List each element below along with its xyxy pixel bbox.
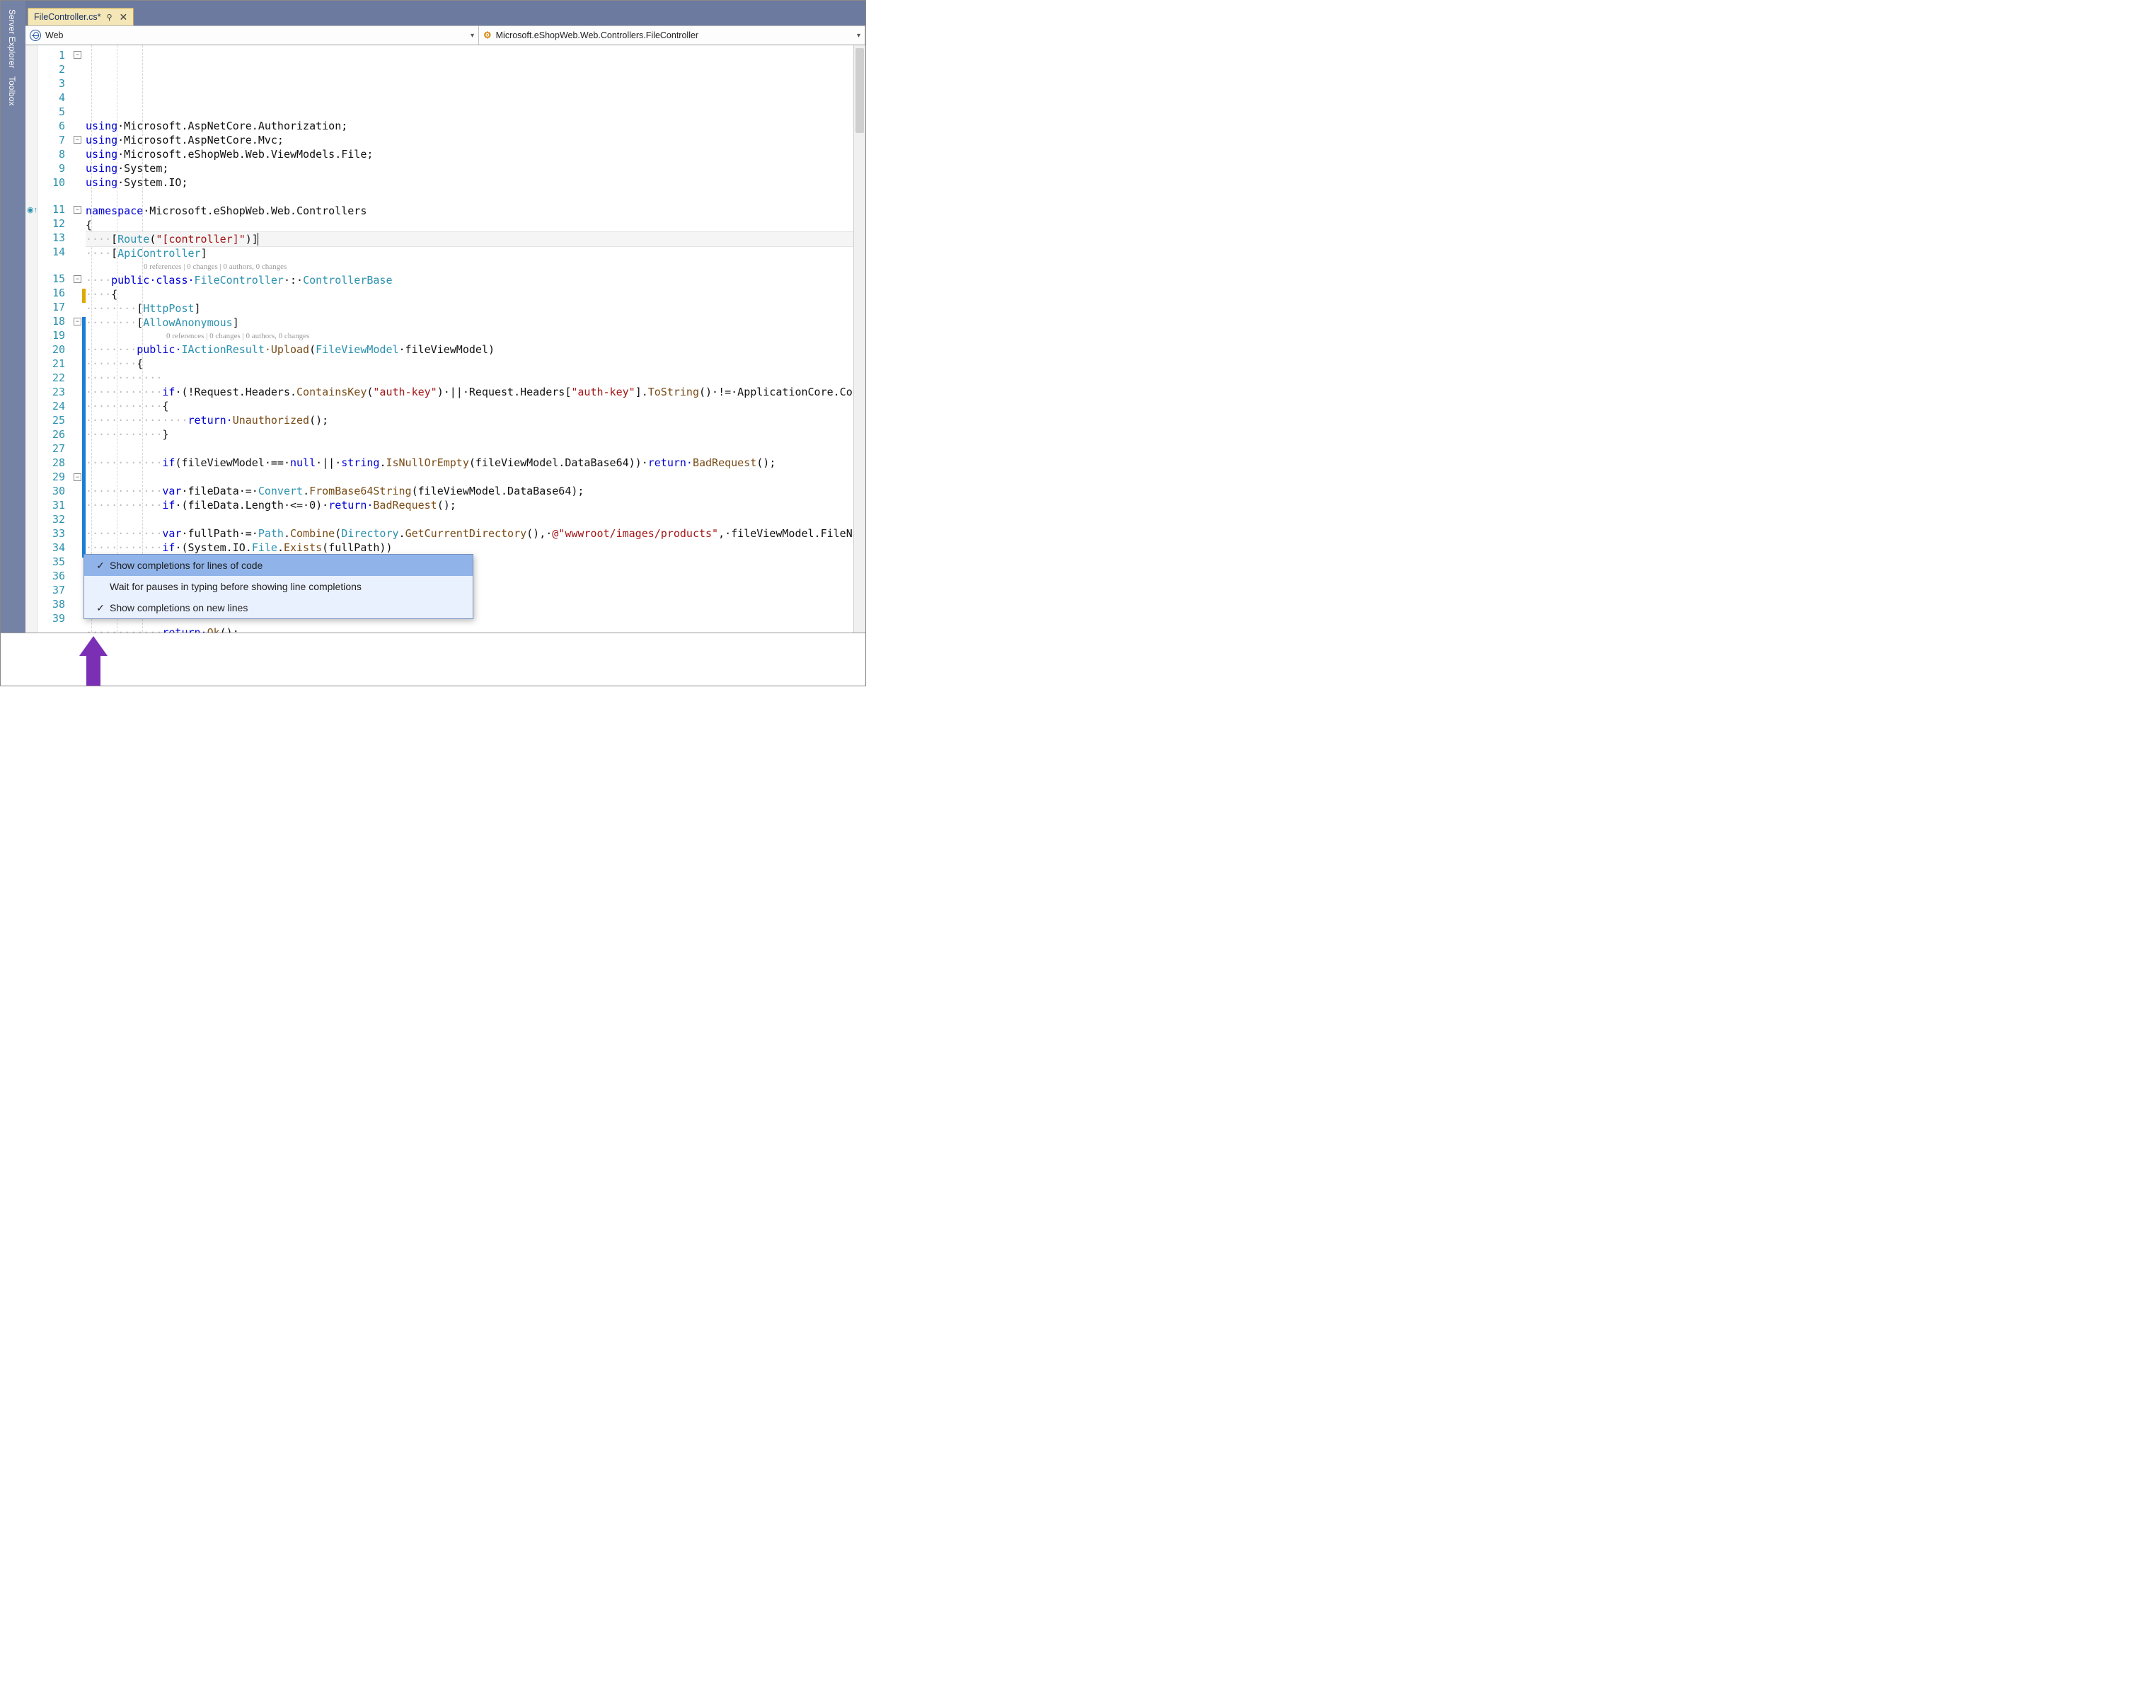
outlining-margin: − − − − − −: [74, 45, 82, 667]
glyph-margin: ◉↑: [25, 45, 38, 667]
rail-tab-toolbox[interactable]: Toolbox: [1, 72, 23, 110]
fold-box-icon[interactable]: −: [74, 136, 81, 144]
pin-icon[interactable]: ⚲: [106, 13, 112, 22]
popup-item-label: Wait for pauses in typing before showing…: [110, 581, 362, 592]
nav-project-label: Web: [45, 30, 63, 40]
tool-rail: Server Explorer Toolbox: [1, 1, 25, 686]
globe-icon: [30, 30, 41, 41]
implements-glyph-icon[interactable]: ◉↑: [27, 205, 38, 214]
scrollbar-thumb[interactable]: [855, 48, 864, 133]
chevron-down-icon: ▾: [857, 32, 860, 40]
class-icon: ⚙: [483, 30, 492, 41]
intellicode-options-popup: ✓ Show completions for lines of code Wai…: [83, 554, 473, 619]
fold-box-icon[interactable]: −: [74, 318, 81, 325]
popup-item-wait-pauses[interactable]: Wait for pauses in typing before showing…: [84, 576, 473, 597]
document-tab-filecontroller[interactable]: FileController.cs* ⚲ ✕: [28, 8, 134, 25]
fold-box-icon[interactable]: −: [74, 473, 81, 481]
chevron-down-icon: ▾: [471, 32, 474, 40]
navigation-bar: Web ▾ ⚙ Microsoft.eShopWeb.Web.Controlle…: [25, 25, 865, 45]
check-icon: ✓: [91, 560, 110, 572]
fold-box-icon[interactable]: −: [74, 51, 81, 59]
check-icon: ✓: [91, 602, 110, 614]
document-tab-label: FileController.cs*: [34, 12, 100, 22]
canvas-whitespace: [1, 633, 865, 686]
nav-dropdown-project[interactable]: Web ▾: [25, 26, 479, 45]
popup-item-label: Show completions on new lines: [110, 602, 248, 613]
vertical-scrollbar[interactable]: [853, 45, 865, 667]
window: Server Explorer Toolbox FileController.c…: [0, 0, 866, 686]
callout-arrow-icon: [79, 636, 108, 686]
fold-box-icon[interactable]: −: [74, 206, 81, 214]
close-icon[interactable]: ✕: [118, 11, 129, 23]
rail-tab-server-explorer[interactable]: Server Explorer: [1, 5, 23, 72]
nav-dropdown-class[interactable]: ⚙ Microsoft.eShopWeb.Web.Controllers.Fil…: [479, 26, 865, 45]
popup-item-label: Show completions for lines of code: [110, 560, 263, 571]
popup-item-new-lines[interactable]: ✓ Show completions on new lines: [84, 597, 473, 618]
popup-item-show-completions[interactable]: ✓ Show completions for lines of code: [84, 555, 473, 576]
nav-class-label: Microsoft.eShopWeb.Web.Controllers.FileC…: [496, 30, 698, 40]
fold-box-icon[interactable]: −: [74, 275, 81, 283]
document-tab-well: FileController.cs* ⚲ ✕: [25, 4, 865, 25]
line-numbers: 1234567891011121314151617181920212223242…: [38, 45, 74, 667]
